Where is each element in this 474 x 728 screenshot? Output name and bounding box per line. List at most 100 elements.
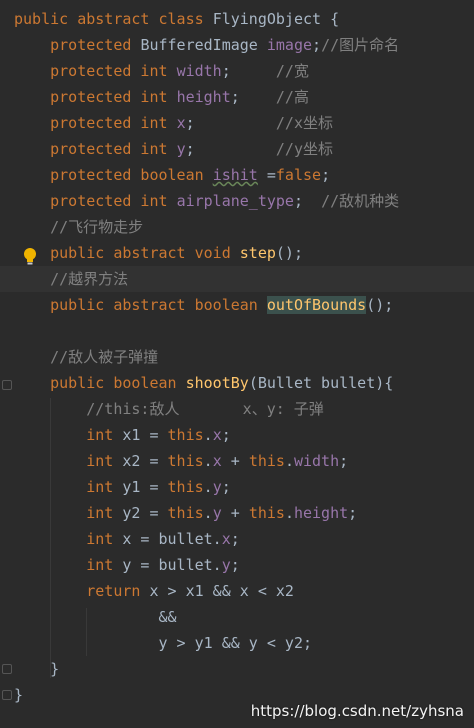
code-line[interactable]: //敌人被子弹撞 xyxy=(14,344,158,370)
code-token: height xyxy=(176,88,231,106)
code-token: BufferedImage xyxy=(140,36,267,54)
code-token: int xyxy=(14,478,123,496)
code-token: ; xyxy=(221,62,276,80)
code-token: + xyxy=(221,452,249,470)
code-token: ishit xyxy=(212,166,258,184)
code-token: (); xyxy=(275,244,303,262)
code-line[interactable]: public boolean shootBy(Bullet bullet){ xyxy=(14,370,393,396)
fold-marker-icon[interactable] xyxy=(2,664,12,674)
code-token: this xyxy=(167,426,204,444)
code-token: y xyxy=(212,504,222,522)
code-token: ; xyxy=(339,452,349,470)
code-token: ; xyxy=(230,556,240,574)
code-token: outOfBounds xyxy=(266,296,367,314)
code-token: width xyxy=(293,452,340,470)
code-line[interactable]: //飞行物走步 xyxy=(14,214,143,240)
code-line[interactable]: protected int x; //x坐标 xyxy=(14,110,333,136)
code-line[interactable]: public abstract void step(); xyxy=(14,240,303,266)
code-token: public abstract void xyxy=(14,244,240,262)
code-token: ; xyxy=(230,88,276,106)
code-token: public abstract class xyxy=(14,10,213,28)
code-token: this xyxy=(248,452,285,470)
code-token: x xyxy=(212,452,222,470)
code-line[interactable]: int x = bullet.x; xyxy=(14,526,240,552)
code-token: public abstract boolean xyxy=(14,296,267,314)
code-line[interactable]: protected BufferedImage image;//图片命名 xyxy=(14,32,399,58)
code-token: shootBy xyxy=(185,374,249,392)
code-token: //越界方法 xyxy=(14,270,129,288)
code-token: this xyxy=(248,504,285,522)
code-token: image xyxy=(266,36,313,54)
code-token: //图片命名 xyxy=(321,36,400,54)
watermark-text: https://blog.csdn.net/zyhsna xyxy=(250,702,464,720)
code-token: protected int xyxy=(14,62,177,80)
code-token: x2 = xyxy=(122,452,168,470)
code-token: step xyxy=(239,244,276,262)
code-token: //敌人被子弹撞 xyxy=(14,348,159,366)
code-token: int xyxy=(14,556,123,574)
code-token: x1 = xyxy=(122,426,168,444)
code-line[interactable]: int y1 = this.y; xyxy=(14,474,231,500)
code-token: y > y1 && y < y2; xyxy=(14,634,313,652)
code-token: protected xyxy=(14,36,141,54)
code-token: ; xyxy=(230,530,240,548)
code-token: (); xyxy=(366,296,394,314)
code-token: . xyxy=(203,504,213,522)
code-line[interactable]: return x > x1 && x < x2 xyxy=(14,578,294,604)
code-line[interactable]: y > y1 && y < y2; xyxy=(14,630,312,656)
code-token: protected int xyxy=(14,140,177,158)
code-line[interactable]: int x1 = this.x; xyxy=(14,422,231,448)
code-line[interactable]: protected int width; //宽 xyxy=(14,58,309,84)
code-token: int xyxy=(14,452,123,470)
code-editor[interactable]: public abstract class FlyingObject { pro… xyxy=(0,0,474,728)
code-token: y2 = xyxy=(122,504,168,522)
fold-marker-icon[interactable] xyxy=(2,380,12,390)
code-token: //宽 xyxy=(275,62,309,80)
code-token: x = bullet. xyxy=(122,530,222,548)
code-token: int xyxy=(14,426,123,444)
editor-gutter xyxy=(0,0,12,728)
code-line[interactable]: protected boolean ishit =false; xyxy=(14,162,330,188)
code-line[interactable]: public abstract class FlyingObject { xyxy=(14,6,339,32)
code-line[interactable]: && xyxy=(14,604,176,630)
code-line[interactable]: protected int y; //y坐标 xyxy=(14,136,333,162)
code-token: //this:敌人 x、y: 子弹 xyxy=(14,400,324,418)
code-line[interactable]: } xyxy=(14,656,59,682)
code-token: int xyxy=(14,504,123,522)
code-token: this xyxy=(167,504,204,522)
code-line[interactable]: protected int airplane_type; //敌机种类 xyxy=(14,188,399,214)
code-line[interactable]: //越界方法 xyxy=(14,266,128,292)
code-token: //y坐标 xyxy=(275,140,333,158)
code-line[interactable]: int y2 = this.y + this.height; xyxy=(14,500,357,526)
code-token: height xyxy=(293,504,349,522)
code-token: ; xyxy=(185,140,276,158)
code-line[interactable]: //this:敌人 x、y: 子弹 xyxy=(14,396,324,422)
code-token: //高 xyxy=(275,88,309,106)
code-token: //x坐标 xyxy=(275,114,333,132)
code-token: y xyxy=(221,556,231,574)
code-token: . xyxy=(284,504,294,522)
code-token: (Bullet bullet){ xyxy=(248,374,394,392)
code-token: int xyxy=(14,530,123,548)
code-line[interactable]: int x2 = this.x + this.width; xyxy=(14,448,348,474)
code-token: FlyingObject { xyxy=(212,10,340,28)
code-line[interactable]: int y = bullet.y; xyxy=(14,552,240,578)
code-token: y1 = xyxy=(122,478,168,496)
code-token: . xyxy=(284,452,294,470)
code-token: y xyxy=(176,140,186,158)
code-token: protected int xyxy=(14,114,177,132)
code-line[interactable]: public abstract boolean outOfBounds(); xyxy=(14,292,393,318)
code-token: x > x1 && x < x2 xyxy=(149,582,294,600)
fold-marker-icon[interactable] xyxy=(2,690,12,700)
code-token: + xyxy=(221,504,249,522)
code-token: width xyxy=(176,62,222,80)
code-line[interactable]: protected int height; //高 xyxy=(14,84,309,110)
code-token: ; xyxy=(221,478,231,496)
code-token: protected boolean xyxy=(14,166,213,184)
code-token: . xyxy=(203,452,213,470)
code-token: ; xyxy=(221,426,231,444)
code-line[interactable]: } xyxy=(14,682,23,708)
code-token: this xyxy=(167,452,204,470)
code-token: protected int xyxy=(14,192,177,210)
code-token: return xyxy=(14,582,150,600)
